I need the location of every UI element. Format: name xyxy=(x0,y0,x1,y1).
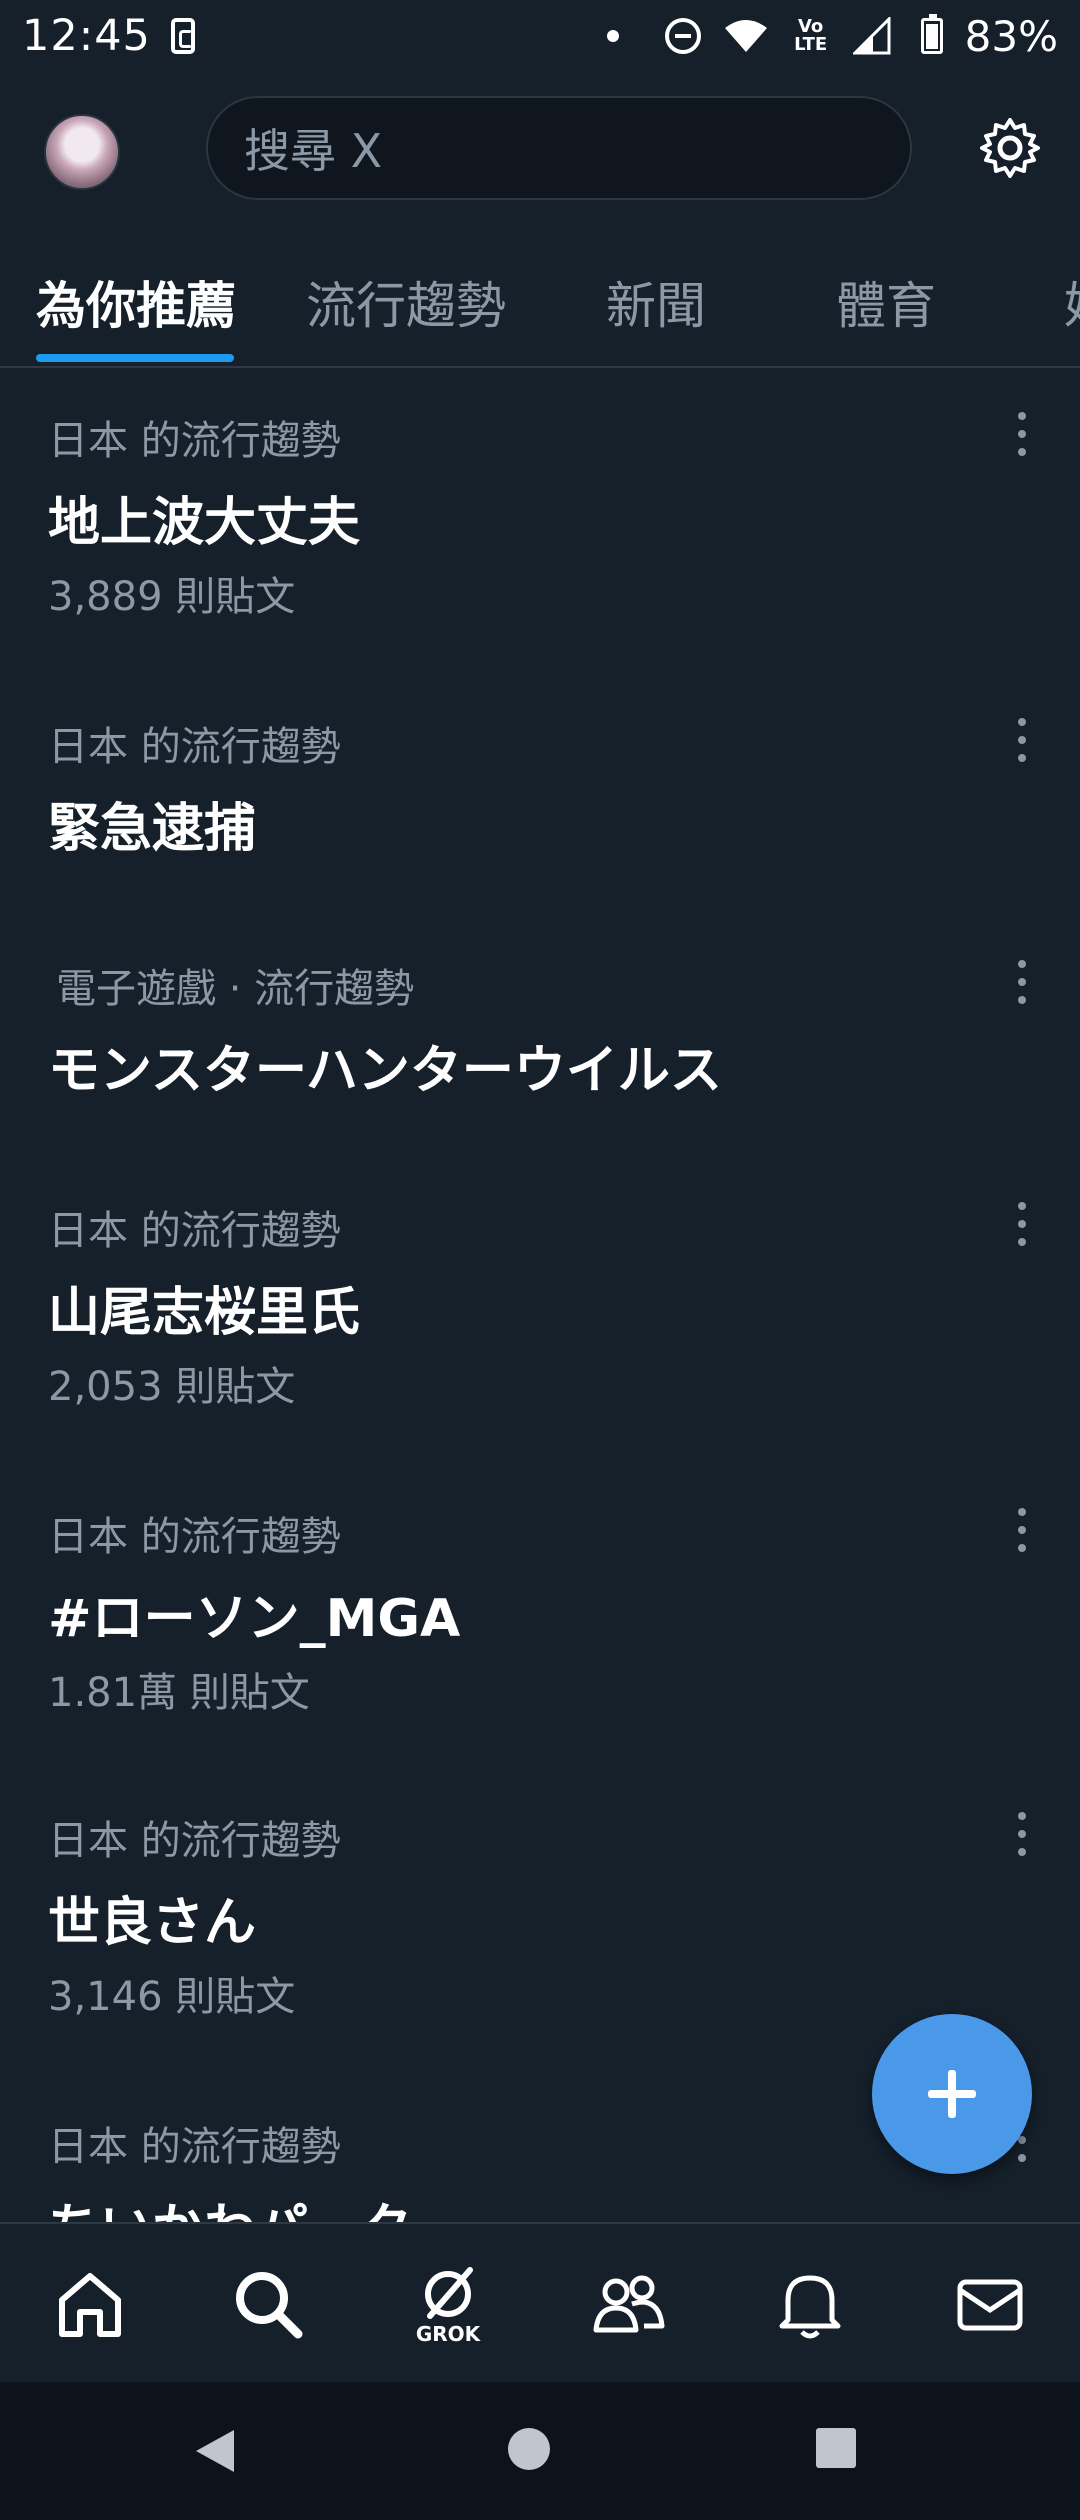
trend-context: 日本 的流行趨勢 xyxy=(48,418,341,464)
back-icon[interactable] xyxy=(190,2426,240,2476)
home-nav-icon[interactable] xyxy=(506,2426,552,2472)
communities-icon[interactable] xyxy=(588,2264,668,2344)
status-bar: 12:45 Vo LTE 83% xyxy=(0,0,1080,72)
trend-item[interactable]: 電子遊戲 · 流行趨勢 モンスターハンターウイルス xyxy=(0,956,1080,1116)
system-nav-bar xyxy=(0,2382,1080,2520)
sim-icon xyxy=(170,18,195,54)
notifications-icon[interactable] xyxy=(770,2264,850,2344)
wifi-icon xyxy=(724,20,767,52)
trend-item[interactable]: 日本 的流行趨勢 #ローソン_MGA 1.81萬 則貼文 xyxy=(0,1504,1080,1734)
recents-icon[interactable] xyxy=(814,2426,858,2470)
tab-trending[interactable]: 流行趨勢 xyxy=(306,266,506,338)
do-not-disturb-icon xyxy=(664,18,701,54)
more-options-icon[interactable] xyxy=(1010,960,1034,1004)
trend-post-count: 3,889 則貼文 xyxy=(48,574,296,620)
trend-context: 日本 的流行趨勢 xyxy=(48,1818,341,1864)
trend-post-count: 2,053 則貼文 xyxy=(48,1364,296,1410)
trend-title: 山尾志桜里氏 xyxy=(48,1283,361,1343)
trend-post-count: 3,146 則貼文 xyxy=(48,1974,296,2020)
trend-context: 電子遊戲 · 流行趨勢 xyxy=(56,966,415,1012)
more-options-icon[interactable] xyxy=(1010,1202,1034,1246)
status-time: 12:45 xyxy=(22,11,151,61)
more-options-icon[interactable] xyxy=(1010,1812,1034,1856)
tab-news[interactable]: 新聞 xyxy=(606,266,706,338)
avatar[interactable] xyxy=(44,114,120,190)
screen: 12:45 Vo LTE 83% 搜尋 X 為你推薦 流行趨勢 新聞 體育 日本… xyxy=(0,0,1080,2520)
search-icon[interactable] xyxy=(228,2264,308,2344)
compose-post-button[interactable] xyxy=(872,2014,1032,2174)
battery-icon xyxy=(920,14,943,54)
tab-indicator xyxy=(36,354,234,362)
tab-entertainment[interactable]: 娛 xyxy=(1064,266,1080,338)
trend-title: #ローソン_MGA xyxy=(48,1589,461,1649)
notification-dot-icon xyxy=(606,30,619,42)
trend-item[interactable]: 日本 的流行趨勢 緊急逮捕 xyxy=(0,714,1080,874)
trend-title: ちいかわパーク xyxy=(48,2186,412,2222)
search-placeholder: 搜尋 X xyxy=(244,124,383,178)
status-icons: Vo LTE 83% xyxy=(606,11,1058,61)
trend-item[interactable]: 日本 的流行趨勢 地上波大丈夫 3,889 則貼文 xyxy=(0,408,1080,638)
grok-icon xyxy=(425,2267,473,2319)
trend-title: モンスターハンターウイルス xyxy=(48,1041,722,1101)
home-icon[interactable] xyxy=(50,2264,130,2344)
grok-label: GROK xyxy=(415,2322,481,2346)
trend-post-count: 1.81萬 則貼文 xyxy=(48,1670,310,1716)
messages-icon[interactable] xyxy=(950,2264,1030,2344)
tab-for-you[interactable]: 為你推薦 xyxy=(36,266,236,338)
grok-button[interactable]: GROK xyxy=(408,2264,488,2346)
explore-tabs: 為你推薦 流行趨勢 新聞 體育 娛 xyxy=(0,250,1080,368)
trend-item[interactable]: 日本 的流行趨勢 世良さん 3,146 則貼文 xyxy=(0,1808,1080,2038)
trend-title: 世良さん xyxy=(48,1893,257,1953)
more-options-icon[interactable] xyxy=(1010,1508,1034,1552)
search-input[interactable]: 搜尋 X xyxy=(206,96,912,200)
trend-item[interactable]: 日本 的流行趨勢 山尾志桜里氏 2,053 則貼文 xyxy=(0,1198,1080,1428)
trend-context: 日本 的流行趨勢 xyxy=(48,1208,341,1254)
more-options-icon[interactable] xyxy=(1010,718,1034,762)
trend-context: 日本 的流行趨勢 xyxy=(48,2124,341,2170)
trend-context: 日本 的流行趨勢 xyxy=(48,1514,341,1560)
bottom-nav: GROK xyxy=(0,2222,1080,2382)
gear-icon[interactable] xyxy=(978,116,1042,180)
tab-sports[interactable]: 體育 xyxy=(836,266,936,338)
more-options-icon[interactable] xyxy=(1010,412,1034,456)
trend-title: 緊急逮捕 xyxy=(48,799,257,859)
trend-title: 地上波大丈夫 xyxy=(48,493,361,553)
trend-context: 日本 的流行趨勢 xyxy=(48,724,341,770)
battery-percent: 83% xyxy=(964,11,1058,61)
volte-label: Vo LTE xyxy=(794,16,828,55)
signal-icon xyxy=(852,17,891,55)
header: 搜尋 X xyxy=(0,96,1080,206)
